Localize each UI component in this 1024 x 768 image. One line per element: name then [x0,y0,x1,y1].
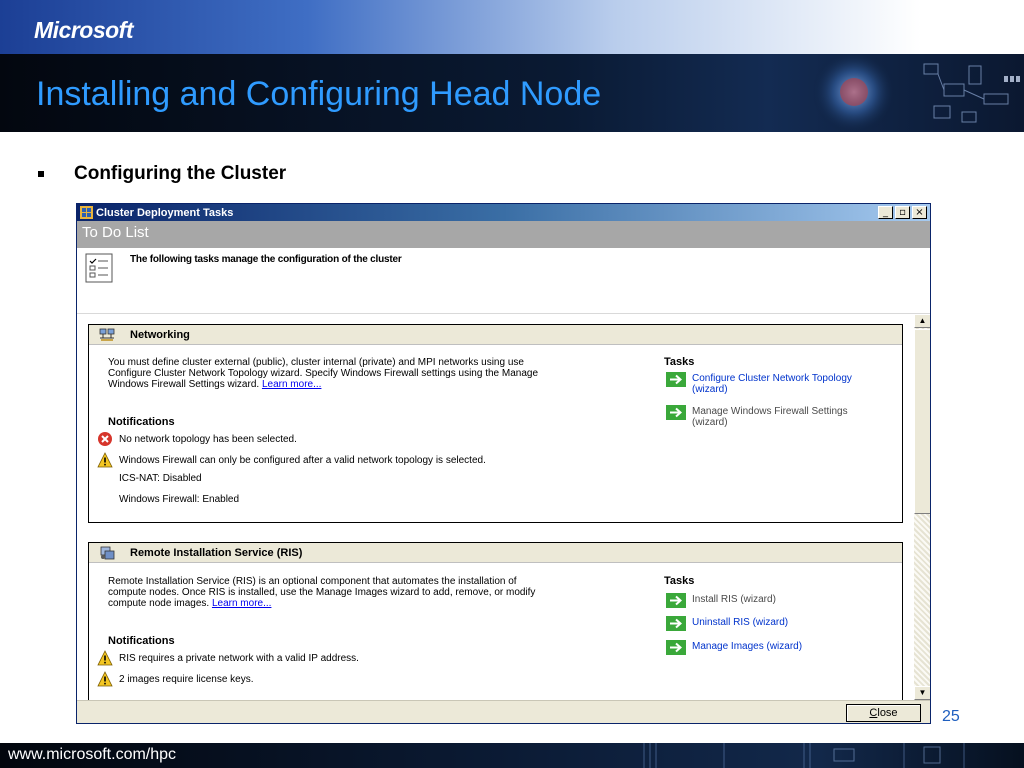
section-title: Networking [130,328,190,341]
green-arrow-icon [666,640,686,655]
bullet-text: Configuring the Cluster [74,163,287,184]
notification-item: No network topology has been selected. [97,431,297,447]
scroll-up-button[interactable]: ▲ [914,314,930,328]
notifications-label: Notifications [108,416,175,428]
tasks-label: Tasks [664,575,695,587]
page-number: 25 [942,708,960,725]
task-scroll-area[interactable]: Networking You must define cluster exter… [77,314,930,712]
description-line-text: compute node images. [108,598,210,609]
network-icon [99,328,115,341]
task-link[interactable]: Uninstall RIS (wizard) [692,617,882,628]
description-line: You must define cluster external (public… [108,357,524,368]
warning-icon [97,650,113,666]
restore-button[interactable]: ▫ [895,206,910,219]
description-line: Remote Installation Service (RIS) is an … [108,576,517,587]
notification-text: ICS-NAT: Disabled [119,473,202,484]
task-link[interactable]: Configure Cluster Network Topology (wiza… [692,373,882,395]
section-description: Remote Installation Service (RIS) is an … [108,576,628,609]
bullet-item: Configuring the Cluster [38,163,286,185]
header-decoration-art [812,54,1020,132]
minimize-button[interactable]: _ [878,206,893,219]
section-title: Remote Installation Service (RIS) [130,546,303,559]
section-header: Remote Installation Service (RIS) [89,543,902,563]
app-icon [80,206,93,219]
server-icon [100,546,115,559]
error-icon [98,432,112,446]
green-arrow-icon [666,616,686,631]
checklist-icon [85,253,113,283]
intro-text: The following tasks manage the configura… [130,254,402,265]
notification-item: ICS-NAT: Disabled [97,473,202,484]
warning-icon [97,671,113,687]
slide-footer: www.microsoft.com/hpc [0,743,1024,768]
task-item[interactable]: Manage Images (wizard) [666,640,882,655]
section-description: You must define cluster external (public… [108,357,628,390]
slide-title: Installing and Configuring Head Node [36,75,602,113]
notification-text: 2 images require license keys. [119,673,254,685]
task-item[interactable]: Manage Windows Firewall Settings (wizard… [666,405,882,428]
description-line-text: Windows Firewall Settings wizard. [108,379,260,390]
window-titlebar[interactable]: Cluster Deployment Tasks _ ▫ × [77,204,930,221]
microsoft-logo: Microsoft [34,17,134,43]
window-title: Cluster Deployment Tasks [96,206,234,219]
footer-url: www.microsoft.com/hpc [8,746,177,763]
window-button-bar: Close [77,700,930,723]
footer-decoration-art [643,743,965,768]
notification-text: Windows Firewall can only be configured … [119,454,486,466]
green-arrow-icon [666,372,686,387]
learn-more-link[interactable]: Learn more... [262,379,321,390]
cluster-deployment-window: Cluster Deployment Tasks _ ▫ × To Do Lis… [76,203,931,724]
description-line: compute nodes. Once RIS is installed, us… [108,587,536,598]
green-arrow-icon [666,593,686,608]
notifications-label: Notifications [108,635,175,647]
notification-item: Windows Firewall: Enabled [97,494,239,505]
vertical-scrollbar[interactable]: ▲ ▼ [914,314,930,700]
close-window-button[interactable]: × [912,206,927,219]
task-item[interactable]: Configure Cluster Network Topology (wiza… [666,372,882,395]
task-item[interactable]: Uninstall RIS (wizard) [666,616,882,631]
task-item[interactable]: Install RIS (wizard) [666,593,882,608]
description-line: Configure Cluster Network Topology wizar… [108,368,539,379]
scroll-down-button[interactable]: ▼ [914,686,930,700]
bullet-marker [38,171,44,177]
notification-text: RIS requires a private network with a va… [119,652,359,664]
todo-list-header: To Do List [77,221,930,248]
description-line: Windows Firewall Settings wizard. Learn … [108,379,628,390]
scrollbar-thumb[interactable] [914,329,930,514]
section-header: Networking [89,325,902,345]
slide-title-bar: Installing and Configuring Head Node [0,54,1024,132]
description-line: compute node images. Learn more... [108,598,628,609]
learn-more-link[interactable]: Learn more... [212,598,271,609]
slide-header-top: Microsoft [0,0,1024,54]
tasks-label: Tasks [664,356,695,368]
task-link[interactable]: Install RIS (wizard) [692,594,882,605]
close-button[interactable]: Close [846,704,921,722]
notification-text: Windows Firewall: Enabled [119,494,240,505]
notification-item: Windows Firewall can only be configured … [97,452,486,468]
notification-item: RIS requires a private network with a va… [97,650,359,666]
task-link[interactable]: Manage Windows Firewall Settings (wizard… [692,406,882,428]
intro-panel: The following tasks manage the configura… [77,248,930,314]
networking-section: Networking You must define cluster exter… [88,324,903,523]
task-link[interactable]: Manage Images (wizard) [692,641,882,652]
notification-text: No network topology has been selected. [119,433,297,445]
green-arrow-icon [666,405,686,420]
ris-section: Remote Installation Service (RIS) Remote… [88,542,903,712]
notification-item: 2 images require license keys. [97,671,254,687]
warning-icon [97,452,113,468]
